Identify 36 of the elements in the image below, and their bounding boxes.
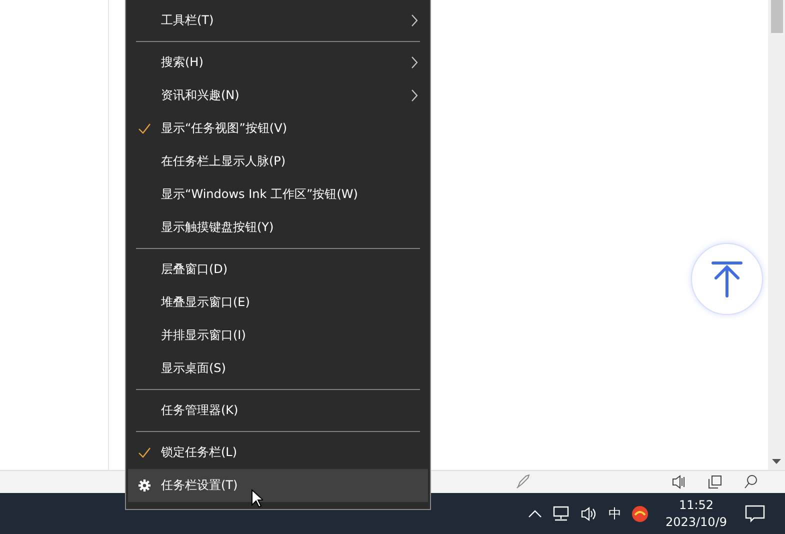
menu-item[interactable]: 显示“任务视图”按钮(V) — [128, 112, 428, 145]
menu-item[interactable]: 任务栏设置(T) — [128, 469, 428, 502]
menu-item[interactable]: 锁定任务栏(L) — [128, 436, 428, 469]
menu-item[interactable]: 显示桌面(S) — [128, 352, 428, 385]
arrow-up-icon — [709, 260, 745, 298]
notification-icon[interactable] — [745, 504, 765, 522]
clock-date: 2023/10/9 — [665, 514, 727, 530]
back-to-top-button[interactable] — [691, 243, 763, 315]
menu-item[interactable]: 在任务栏上显示人脉(P) — [128, 145, 428, 178]
menu-item[interactable]: 资讯和兴趣(N) — [128, 79, 428, 112]
gear-icon — [138, 479, 151, 492]
menu-item[interactable]: 搜索(H) — [128, 46, 428, 79]
speaker-icon[interactable] — [671, 474, 687, 490]
clock[interactable]: 11:52 2023/10/9 — [665, 496, 727, 530]
chevron-up-icon[interactable] — [528, 508, 542, 518]
menu-item[interactable]: 层叠窗口(D) — [128, 253, 428, 286]
input-method-indicator[interactable]: 中 — [608, 504, 622, 522]
menu-item[interactable]: 任务管理器(K) — [128, 394, 428, 427]
scrollbar[interactable] — [768, 0, 785, 470]
network-icon[interactable] — [552, 506, 570, 522]
clock-time: 11:52 — [678, 496, 714, 514]
menu-item[interactable]: 并排显示窗口(I) — [128, 319, 428, 352]
scroll-down-icon[interactable] — [772, 459, 781, 464]
menu-item[interactable]: 显示触摸键盘按钮(Y) — [128, 211, 428, 244]
menu-item[interactable]: 显示“Windows Ink 工作区”按钮(W) — [128, 178, 428, 211]
chevron-right-icon — [411, 89, 418, 102]
chevron-right-icon — [411, 56, 418, 69]
app-tray-icon[interactable] — [631, 504, 650, 522]
menu-item[interactable]: 工具栏(T) — [128, 4, 428, 37]
search-icon[interactable] — [743, 474, 759, 490]
copy-icon[interactable] — [707, 474, 723, 490]
volume-icon[interactable] — [580, 506, 598, 522]
menu-item[interactable]: 堆叠显示窗口(E) — [128, 286, 428, 319]
chevron-right-icon — [411, 14, 418, 27]
mouse-cursor-icon — [251, 489, 263, 508]
scroll-thumb[interactable] — [770, 0, 782, 33]
